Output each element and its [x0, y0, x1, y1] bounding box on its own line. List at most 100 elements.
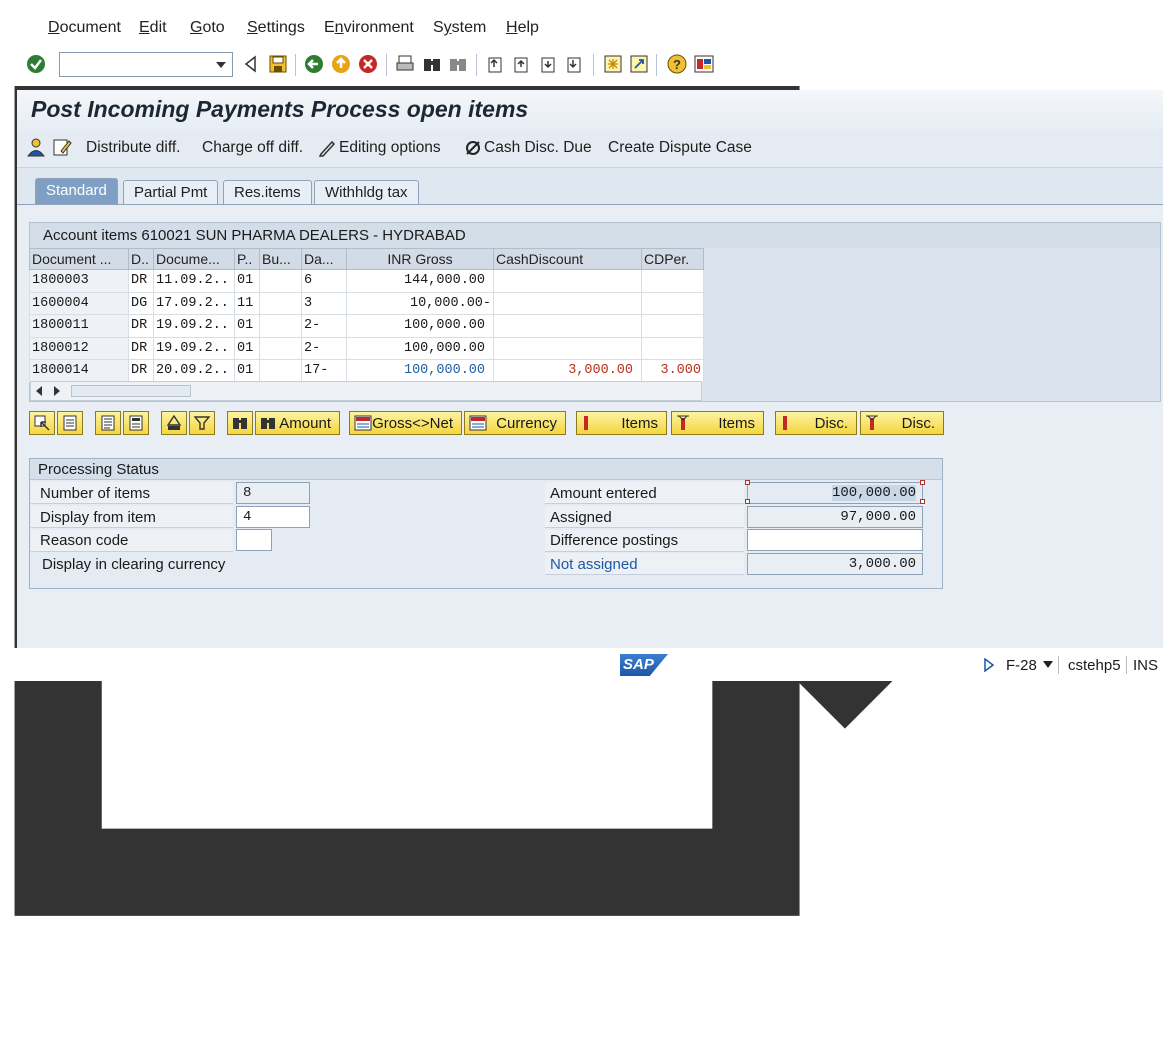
column-header-days[interactable]: Da... — [301, 248, 347, 270]
cash-disc-due-button[interactable]: Cash Disc. Due — [484, 139, 592, 157]
cell-days[interactable]: 2- — [301, 314, 347, 338]
cell-document[interactable]: 1800012 — [29, 336, 129, 360]
cell-document[interactable]: 1800014 — [29, 359, 129, 383]
column-header-doc-date[interactable]: Docume... — [153, 248, 235, 270]
next-page-icon[interactable] — [539, 54, 559, 74]
sort-ascending-button[interactable] — [161, 411, 187, 435]
cell-doc-type[interactable]: DG — [128, 291, 154, 315]
chevron-down-icon[interactable] — [1043, 661, 1053, 668]
cell-cash-discount[interactable] — [493, 336, 642, 360]
cell-document[interactable]: 1600004 — [29, 291, 129, 315]
cell-doc-date[interactable]: 17.09.2.. — [153, 291, 235, 315]
cell-inr-gross[interactable]: 100,000.00 — [346, 314, 494, 338]
column-header-business-area[interactable]: Bu... — [259, 248, 302, 270]
editing-options-button[interactable]: Editing options — [339, 139, 441, 157]
cell-doc-date[interactable]: 11.09.2.. — [153, 269, 235, 293]
cell-doc-date[interactable]: 19.09.2.. — [153, 314, 235, 338]
scroll-left-icon[interactable] — [35, 386, 43, 396]
find-next-icon[interactable] — [448, 54, 468, 74]
cell-doc-date[interactable]: 19.09.2.. — [153, 336, 235, 360]
cell-cash-discount[interactable] — [493, 269, 642, 293]
edit-document-icon[interactable] — [52, 137, 72, 157]
amount-entered-field[interactable]: 100,000.00 — [747, 482, 923, 504]
tab-standard[interactable]: Standard — [35, 178, 118, 204]
scroll-right-icon[interactable] — [53, 386, 61, 396]
column-header-cd-per[interactable]: CDPer. — [641, 248, 704, 270]
select-all-button[interactable] — [29, 411, 55, 435]
cell-doc-type[interactable]: DR — [128, 359, 154, 383]
save-icon[interactable] — [268, 54, 288, 74]
menu-goto[interactable]: Goto — [190, 19, 225, 37]
difference-postings-field[interactable] — [747, 529, 923, 551]
column-header-doc-type[interactable]: D.. — [128, 248, 154, 270]
select-block-button[interactable] — [57, 411, 83, 435]
command-field[interactable] — [59, 52, 233, 77]
transaction-code[interactable]: F-28 — [1006, 657, 1037, 674]
cell-inr-gross[interactable]: 100,000.00 — [346, 359, 494, 383]
activate-disc-button[interactable]: Disc. — [775, 411, 857, 435]
table-row[interactable]: 1800011 DR 19.09.2.. 01 2- 100,000.00 — [29, 314, 704, 338]
cell-business-area[interactable] — [259, 269, 302, 293]
column-header-document[interactable]: Document ... — [29, 248, 129, 270]
cancel-icon[interactable] — [358, 54, 378, 74]
menu-environment[interactable]: Environment — [324, 19, 414, 37]
cell-cash-discount[interactable] — [493, 291, 642, 315]
cell-cd-per[interactable] — [641, 269, 704, 293]
cell-posting-key[interactable]: 01 — [234, 269, 260, 293]
horizontal-scrollbar[interactable] — [30, 381, 702, 401]
cell-cd-per[interactable] — [641, 336, 704, 360]
back-icon[interactable] — [304, 54, 324, 74]
table-row[interactable]: 1600004 DG 17.09.2.. 11 3 10,000.00- — [29, 291, 704, 315]
cell-document[interactable]: 1800011 — [29, 314, 129, 338]
activate-items-button[interactable] — [95, 411, 121, 435]
back-triangle-icon[interactable] — [240, 54, 260, 74]
display-from-item-field[interactable]: 4 — [236, 506, 310, 528]
cell-cd-per[interactable] — [641, 291, 704, 315]
reason-code-field[interactable] — [236, 529, 272, 551]
cell-business-area[interactable] — [259, 336, 302, 360]
menu-help[interactable]: Help — [506, 19, 539, 37]
cell-posting-key[interactable]: 01 — [234, 314, 260, 338]
search-amount-button[interactable]: Amount — [255, 411, 340, 435]
find-icon[interactable] — [422, 54, 442, 74]
menu-document[interactable]: Document — [48, 19, 121, 37]
play-triangle-icon[interactable] — [984, 658, 994, 672]
enter-check-icon[interactable] — [26, 54, 46, 74]
cell-days[interactable]: 3 — [301, 291, 347, 315]
column-header-posting-key[interactable]: P.. — [234, 248, 260, 270]
print-icon[interactable] — [395, 54, 415, 74]
last-page-icon[interactable] — [565, 54, 585, 74]
cell-business-area[interactable] — [259, 314, 302, 338]
cell-business-area[interactable] — [259, 359, 302, 383]
cell-posting-key[interactable]: 11 — [234, 291, 260, 315]
cell-inr-gross[interactable]: 10,000.00- — [346, 291, 494, 315]
cell-doc-type[interactable]: DR — [128, 269, 154, 293]
menu-system[interactable]: System — [433, 19, 486, 37]
help-icon[interactable]: ? — [667, 54, 687, 74]
tab-partial-pmt[interactable]: Partial Pmt — [123, 180, 219, 204]
cell-cash-discount[interactable]: 3,000.00 — [493, 359, 642, 383]
find-items-button[interactable] — [227, 411, 253, 435]
create-session-icon[interactable] — [603, 54, 623, 74]
insert-mode[interactable]: INS — [1133, 657, 1158, 674]
deactivate-disc-button[interactable]: Disc. — [860, 411, 944, 435]
cell-doc-type[interactable]: DR — [128, 336, 154, 360]
create-dispute-case-button[interactable]: Create Dispute Case — [608, 139, 752, 157]
distribute-diff-button[interactable]: Distribute diff. — [86, 139, 180, 157]
deactivate-items-text-button[interactable]: Items — [671, 411, 764, 435]
column-header-inr-gross[interactable]: INR Gross — [346, 248, 494, 270]
cell-days[interactable]: 6 — [301, 269, 347, 293]
column-header-cash-discount[interactable]: CashDiscount — [493, 248, 642, 270]
cell-cd-per[interactable]: 3.000 — [641, 359, 704, 383]
cell-cash-discount[interactable] — [493, 314, 642, 338]
table-row[interactable]: 1800014 DR 20.09.2.. 01 17- 100,000.00 3… — [29, 359, 704, 383]
first-page-icon[interactable] — [486, 54, 506, 74]
previous-page-icon[interactable] — [512, 54, 532, 74]
cell-posting-key[interactable]: 01 — [234, 359, 260, 383]
cell-posting-key[interactable]: 01 — [234, 336, 260, 360]
tab-res-items[interactable]: Res.items — [223, 180, 312, 204]
deactivate-items-button[interactable] — [123, 411, 149, 435]
cell-inr-gross[interactable]: 144,000.00 — [346, 269, 494, 293]
menu-settings[interactable]: Settings — [247, 19, 305, 37]
gross-net-button[interactable]: Gross<>Net — [349, 411, 462, 435]
